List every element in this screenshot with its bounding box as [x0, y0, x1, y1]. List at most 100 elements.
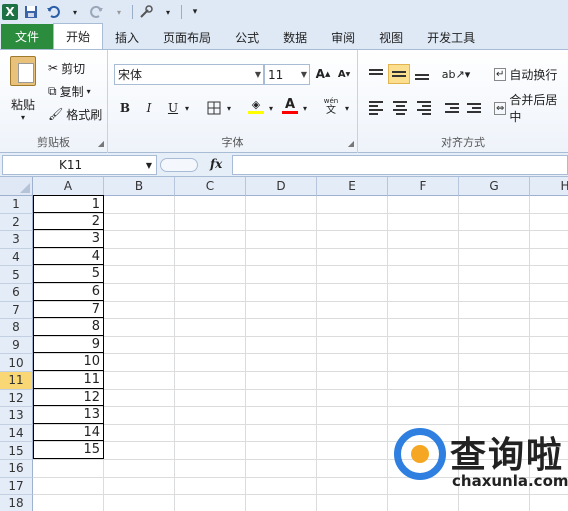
- cut-button[interactable]: ✂ 剪切: [48, 58, 85, 78]
- tab-file[interactable]: 文件: [1, 24, 54, 49]
- row-header-5[interactable]: 5: [0, 266, 33, 284]
- column-header-d[interactable]: D: [246, 177, 317, 196]
- decrease-indent-icon[interactable]: [442, 98, 462, 118]
- cell-a6[interactable]: 6: [33, 283, 104, 301]
- row-header-11[interactable]: 11: [0, 372, 33, 390]
- redo-icon[interactable]: [88, 3, 106, 21]
- watermark: 查询啦 chaxunla.com: [392, 424, 568, 511]
- tab-page-layout[interactable]: 页面布局: [151, 25, 223, 49]
- column-header-f[interactable]: F: [388, 177, 459, 196]
- align-right-icon[interactable]: [414, 98, 434, 118]
- align-bottom-icon[interactable]: [412, 64, 432, 84]
- cell-a3[interactable]: 3: [33, 230, 104, 248]
- font-color-dropdown-icon[interactable]: ▾: [300, 98, 310, 118]
- tab-view[interactable]: 视图: [367, 25, 415, 49]
- cell-a5[interactable]: 5: [33, 265, 104, 283]
- wrap-text-button[interactable]: ↵ 自动换行: [494, 64, 557, 84]
- tab-home[interactable]: 开始: [53, 23, 104, 49]
- cell-a2[interactable]: 2: [33, 212, 104, 231]
- row-header-17[interactable]: 17: [0, 477, 33, 496]
- underline-dropdown-icon[interactable]: ▾: [182, 98, 192, 118]
- cell-a7[interactable]: 7: [33, 300, 104, 319]
- phonetic-dropdown-icon[interactable]: ▾: [342, 98, 352, 118]
- customize-icon[interactable]: [137, 3, 155, 21]
- phonetic-guide-icon[interactable]: wén 文: [320, 96, 342, 116]
- italic-button[interactable]: I: [140, 98, 158, 118]
- cell-a4[interactable]: 4: [33, 247, 104, 266]
- cell-a9[interactable]: 9: [33, 335, 104, 354]
- font-size-select[interactable]: 11 ▼: [264, 64, 310, 85]
- row-header-12[interactable]: 12: [0, 389, 33, 408]
- column-header-c[interactable]: C: [175, 177, 246, 196]
- increase-indent-icon[interactable]: [464, 98, 484, 118]
- orientation-icon[interactable]: ab↗▾: [442, 64, 470, 84]
- underline-button[interactable]: U: [164, 98, 182, 118]
- borders-dropdown-icon[interactable]: ▾: [224, 98, 234, 118]
- column-header-a[interactable]: A: [33, 177, 104, 196]
- cell-a1[interactable]: 1: [33, 195, 104, 213]
- row-header-8[interactable]: 8: [0, 319, 33, 337]
- copy-button[interactable]: ⧉ 复制 ▾: [48, 81, 91, 101]
- name-box[interactable]: K11 ▼: [2, 155, 157, 175]
- cell-a11[interactable]: 11: [33, 371, 104, 389]
- row-header-9[interactable]: 9: [0, 336, 33, 355]
- tab-review[interactable]: 审阅: [319, 25, 367, 49]
- fill-color-button[interactable]: ◈: [246, 96, 266, 116]
- undo-icon[interactable]: [44, 3, 62, 21]
- column-header-h[interactable]: H: [530, 177, 568, 196]
- column-header-e[interactable]: E: [317, 177, 388, 196]
- borders-icon[interactable]: [204, 98, 224, 118]
- row-header-7[interactable]: 7: [0, 301, 33, 320]
- font-color-button[interactable]: A: [280, 96, 300, 116]
- redo-dropdown-icon[interactable]: ▾: [110, 3, 128, 21]
- align-center-icon[interactable]: [390, 98, 410, 118]
- bold-button[interactable]: B: [116, 98, 134, 118]
- font-launcher-icon[interactable]: ◢: [348, 139, 354, 148]
- clipboard-launcher-icon[interactable]: ◢: [98, 139, 104, 148]
- scissors-icon: ✂: [48, 61, 59, 75]
- undo-dropdown-icon[interactable]: ▾: [66, 3, 84, 21]
- row-header-1[interactable]: 1: [0, 196, 33, 214]
- select-all-button[interactable]: [0, 177, 33, 196]
- paste-button[interactable]: 粘贴 ▾: [6, 56, 40, 122]
- save-icon[interactable]: [22, 3, 40, 21]
- gridline: [33, 335, 568, 337]
- formula-bar-splitter[interactable]: [160, 158, 198, 172]
- excel-logo-icon: X: [2, 4, 18, 20]
- row-header-13[interactable]: 13: [0, 407, 33, 425]
- cell-a13[interactable]: 13: [33, 406, 104, 424]
- font-family-select[interactable]: 宋体 ▼: [114, 64, 264, 85]
- fill-color-dropdown-icon[interactable]: ▾: [266, 98, 276, 118]
- cell-a12[interactable]: 12: [33, 388, 104, 407]
- cell-a15[interactable]: 15: [33, 441, 104, 459]
- tab-data[interactable]: 数据: [271, 25, 319, 49]
- align-top-icon[interactable]: [366, 64, 386, 84]
- cell-a14[interactable]: 14: [33, 423, 104, 442]
- customize-dropdown-icon[interactable]: ▾: [159, 3, 177, 21]
- more-commands-icon[interactable]: ▾: [186, 3, 204, 21]
- tab-developer[interactable]: 开发工具: [415, 25, 487, 49]
- insert-function-icon[interactable]: fx: [210, 157, 222, 171]
- row-header-10[interactable]: 10: [0, 354, 33, 372]
- cell-a10[interactable]: 10: [33, 353, 104, 371]
- row-header-4[interactable]: 4: [0, 248, 33, 267]
- align-middle-icon[interactable]: [388, 64, 410, 84]
- row-header-6[interactable]: 6: [0, 284, 33, 302]
- tab-formulas[interactable]: 公式: [223, 25, 271, 49]
- row-header-16[interactable]: 16: [0, 460, 33, 478]
- cell-a8[interactable]: 8: [33, 318, 104, 336]
- shrink-font-icon[interactable]: A ▼: [335, 64, 353, 84]
- row-header-18[interactable]: 18: [0, 495, 33, 511]
- formula-input[interactable]: [232, 155, 568, 175]
- merge-center-button[interactable]: ⇔ 合并后居中: [494, 93, 568, 124]
- row-header-14[interactable]: 14: [0, 424, 33, 443]
- format-painter-button[interactable]: 🖌 格式刷: [48, 104, 102, 124]
- column-header-g[interactable]: G: [459, 177, 530, 196]
- grow-font-icon[interactable]: A ▲: [314, 64, 332, 84]
- row-header-15[interactable]: 15: [0, 442, 33, 460]
- tab-insert[interactable]: 插入: [103, 25, 151, 49]
- row-header-2[interactable]: 2: [0, 213, 33, 232]
- row-header-3[interactable]: 3: [0, 231, 33, 249]
- align-left-icon[interactable]: [366, 98, 386, 118]
- column-header-b[interactable]: B: [104, 177, 175, 196]
